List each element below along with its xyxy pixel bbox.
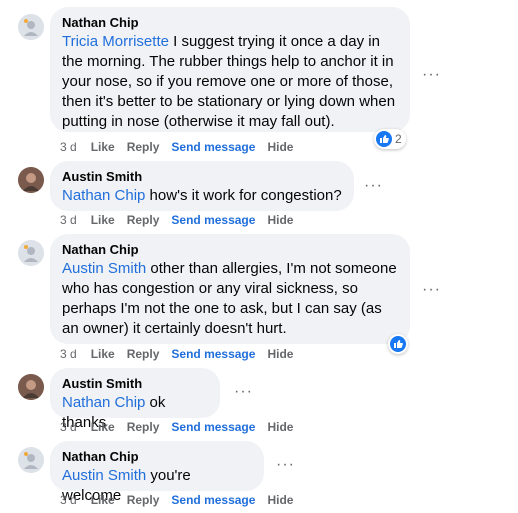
comment-bubble: Nathan Chip Austin Smith you're welcome	[50, 441, 264, 504]
reply-button[interactable]: Reply	[127, 140, 160, 154]
comment-author[interactable]: Austin Smith	[62, 168, 342, 186]
comment-bubble: Nathan Chip Austin Smith other than alle…	[50, 234, 410, 344]
more-options-icon[interactable]: ···	[364, 178, 383, 194]
reply-button[interactable]: Reply	[127, 420, 160, 434]
avatar[interactable]	[18, 14, 44, 40]
more-options-icon[interactable]: ···	[422, 282, 441, 298]
like-button[interactable]: Like	[91, 347, 115, 361]
mention-link[interactable]: Austin Smith	[62, 467, 146, 484]
send-message-button[interactable]: Send message	[171, 213, 255, 227]
mention-link[interactable]: Nathan Chip	[62, 187, 145, 204]
comment-actions: 3 d Like Reply Send message Hide	[60, 346, 305, 362]
comment-author[interactable]: Nathan Chip	[62, 241, 398, 259]
like-button[interactable]: Like	[91, 493, 115, 507]
reply-button[interactable]: Reply	[127, 213, 160, 227]
like-reaction-icon	[390, 336, 406, 352]
mention-link[interactable]: Nathan Chip	[62, 394, 145, 411]
hide-button[interactable]: Hide	[267, 493, 293, 507]
avatar[interactable]	[18, 167, 44, 193]
reaction-summary[interactable]	[388, 334, 408, 354]
comment-time[interactable]: 3 d	[60, 213, 77, 227]
hide-button[interactable]: Hide	[267, 140, 293, 154]
comment-actions: 3 d Like Reply Send message Hide	[60, 139, 305, 155]
like-reaction-icon	[376, 131, 392, 147]
send-message-button[interactable]: Send message	[171, 347, 255, 361]
comment-time[interactable]: 3 d	[60, 420, 77, 434]
comment-text: Nathan Chip how's it work for congestion…	[62, 186, 342, 206]
comment-body: how's it work for congestion?	[145, 187, 342, 204]
reaction-summary[interactable]: 2	[374, 129, 406, 149]
comment-author[interactable]: Nathan Chip	[62, 448, 252, 466]
avatar[interactable]	[18, 374, 44, 400]
comment-time[interactable]: 3 d	[60, 493, 77, 507]
avatar[interactable]	[18, 447, 44, 473]
send-message-button[interactable]: Send message	[171, 420, 255, 434]
like-button[interactable]: Like	[91, 213, 115, 227]
comment-actions: 3 d Like Reply Send message Hide	[60, 492, 305, 508]
comment-time[interactable]: 3 d	[60, 140, 77, 154]
comment-author[interactable]: Austin Smith	[62, 375, 208, 393]
comment-time[interactable]: 3 d	[60, 347, 77, 361]
comment-text: Austin Smith other than allergies, I'm n…	[62, 259, 398, 339]
mention-link[interactable]: Austin Smith	[62, 260, 146, 277]
hide-button[interactable]: Hide	[267, 347, 293, 361]
mention-link[interactable]: Tricia Morrisette	[62, 33, 169, 50]
hide-button[interactable]: Hide	[267, 420, 293, 434]
hide-button[interactable]: Hide	[267, 213, 293, 227]
more-options-icon[interactable]: ···	[276, 457, 295, 473]
like-button[interactable]: Like	[91, 420, 115, 434]
reaction-count: 2	[395, 132, 402, 146]
comment-actions: 3 d Like Reply Send message Hide	[60, 212, 305, 228]
send-message-button[interactable]: Send message	[171, 140, 255, 154]
comment-text: Tricia Morrisette I suggest trying it on…	[62, 32, 398, 132]
comment-actions: 3 d Like Reply Send message Hide	[60, 419, 305, 435]
like-button[interactable]: Like	[91, 140, 115, 154]
avatar[interactable]	[18, 240, 44, 266]
reply-button[interactable]: Reply	[127, 347, 160, 361]
more-options-icon[interactable]: ···	[422, 67, 441, 83]
comment-bubble: Austin Smith Nathan Chip ok thanks	[50, 368, 220, 431]
more-options-icon[interactable]: ···	[234, 384, 253, 400]
comment-bubble: Austin Smith Nathan Chip how's it work f…	[50, 161, 354, 211]
comment-author[interactable]: Nathan Chip	[62, 14, 398, 32]
reply-button[interactable]: Reply	[127, 493, 160, 507]
send-message-button[interactable]: Send message	[171, 493, 255, 507]
comment-bubble: Nathan Chip Tricia Morrisette I suggest …	[50, 7, 410, 132]
